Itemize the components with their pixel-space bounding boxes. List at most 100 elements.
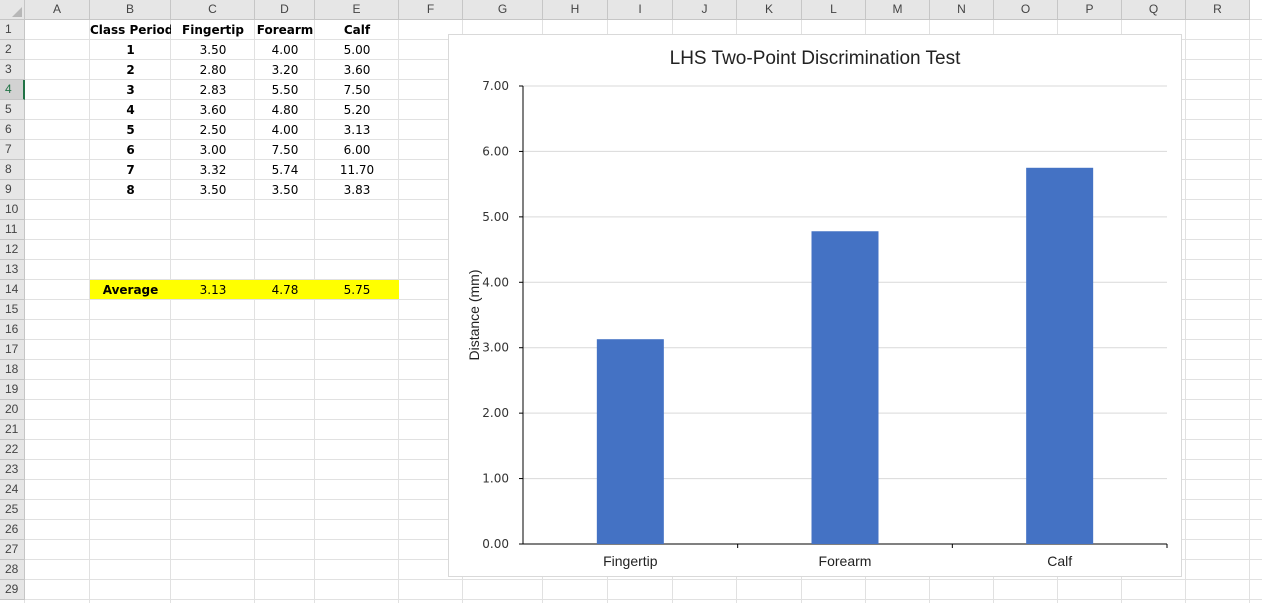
data-cell[interactable]: 3.50 xyxy=(171,40,255,60)
data-cell[interactable]: 2.80 xyxy=(171,60,255,80)
row-header-6[interactable]: 6 xyxy=(0,120,25,140)
average-value[interactable]: 3.13 xyxy=(171,280,255,300)
y-tick-label: 6.00 xyxy=(482,144,509,158)
gridline xyxy=(0,599,1262,600)
data-cell[interactable]: 7.50 xyxy=(315,80,399,100)
y-tick-label: 2.00 xyxy=(482,406,509,420)
row-header-11[interactable]: 11 xyxy=(0,220,25,240)
y-tick-label: 0.00 xyxy=(482,537,509,551)
row-header-13[interactable]: 13 xyxy=(0,260,25,280)
data-cell[interactable]: 5.00 xyxy=(315,40,399,60)
row-header-2[interactable]: 2 xyxy=(0,40,25,60)
y-tick-label: 4.00 xyxy=(482,275,509,289)
row-header-19[interactable]: 19 xyxy=(0,380,25,400)
data-cell[interactable]: 4.00 xyxy=(255,40,315,60)
data-cell[interactable]: 3.60 xyxy=(171,100,255,120)
data-cell[interactable]: 3.50 xyxy=(171,180,255,200)
data-cell[interactable]: 2.50 xyxy=(171,120,255,140)
column-header-q[interactable]: Q xyxy=(1122,0,1186,20)
bar-calf xyxy=(1026,167,1094,545)
data-cell[interactable]: 2.83 xyxy=(171,80,255,100)
row-header-27[interactable]: 27 xyxy=(0,540,25,560)
row-header-21[interactable]: 21 xyxy=(0,420,25,440)
row-header-16[interactable]: 16 xyxy=(0,320,25,340)
class-period-cell[interactable]: 6 xyxy=(90,140,171,160)
row-header-28[interactable]: 28 xyxy=(0,560,25,580)
class-period-cell[interactable]: 2 xyxy=(90,60,171,80)
row-header-20[interactable]: 20 xyxy=(0,400,25,420)
average-value[interactable]: 4.78 xyxy=(255,280,315,300)
column-header-r[interactable]: R xyxy=(1186,0,1250,20)
data-cell[interactable]: 3.83 xyxy=(315,180,399,200)
column-header-d[interactable]: D xyxy=(255,0,315,20)
column-header-b[interactable]: B xyxy=(90,0,171,20)
gridline xyxy=(1185,0,1186,603)
average-label[interactable]: Average xyxy=(90,280,171,300)
column-header-o[interactable]: O xyxy=(994,0,1058,20)
column-header-a[interactable]: A xyxy=(25,0,90,20)
row-header-9[interactable]: 9 xyxy=(0,180,25,200)
row-header-14[interactable]: 14 xyxy=(0,280,25,300)
row-header-22[interactable]: 22 xyxy=(0,440,25,460)
header-cell[interactable]: Fingertip xyxy=(171,20,255,40)
row-header-4[interactable]: 4 xyxy=(0,80,25,100)
class-period-cell[interactable]: 1 xyxy=(90,40,171,60)
row-header-17[interactable]: 17 xyxy=(0,340,25,360)
data-cell[interactable]: 3.00 xyxy=(171,140,255,160)
column-header-p[interactable]: P xyxy=(1058,0,1122,20)
x-tick-label: Fingertip xyxy=(603,553,658,569)
data-cell[interactable]: 7.50 xyxy=(255,140,315,160)
row-header-10[interactable]: 10 xyxy=(0,200,25,220)
column-header-c[interactable]: C xyxy=(171,0,255,20)
data-cell[interactable]: 3.50 xyxy=(255,180,315,200)
row-header-29[interactable]: 29 xyxy=(0,580,25,600)
row-header-26[interactable]: 26 xyxy=(0,520,25,540)
column-header-l[interactable]: L xyxy=(802,0,866,20)
row-header-8[interactable]: 8 xyxy=(0,160,25,180)
header-cell[interactable]: Calf xyxy=(315,20,399,40)
row-header-25[interactable]: 25 xyxy=(0,500,25,520)
header-cell[interactable]: Class Period xyxy=(90,20,171,40)
y-tick-label: 3.00 xyxy=(482,341,509,355)
column-header-e[interactable]: E xyxy=(315,0,399,20)
chart-area[interactable]: LHS Two-Point Discrimination Test 0.00 1.0… xyxy=(448,34,1182,577)
data-cell[interactable]: 3.60 xyxy=(315,60,399,80)
class-period-cell[interactable]: 7 xyxy=(90,160,171,180)
column-header-f[interactable]: F xyxy=(399,0,463,20)
row-header-15[interactable]: 15 xyxy=(0,300,25,320)
x-tick-label: Calf xyxy=(1047,553,1072,569)
class-period-cell[interactable]: 4 xyxy=(90,100,171,120)
column-header-j[interactable]: J xyxy=(673,0,737,20)
data-cell[interactable]: 4.80 xyxy=(255,100,315,120)
row-header-5[interactable]: 5 xyxy=(0,100,25,120)
data-cell[interactable]: 5.20 xyxy=(315,100,399,120)
column-header-k[interactable]: K xyxy=(737,0,802,20)
data-cell[interactable]: 3.32 xyxy=(171,160,255,180)
column-header-m[interactable]: M xyxy=(866,0,930,20)
data-cell[interactable]: 11.70 xyxy=(315,160,399,180)
row-header-3[interactable]: 3 xyxy=(0,60,25,80)
row-header-7[interactable]: 7 xyxy=(0,140,25,160)
column-header-g[interactable]: G xyxy=(463,0,543,20)
data-cell[interactable]: 3.13 xyxy=(315,120,399,140)
column-header-n[interactable]: N xyxy=(930,0,994,20)
data-cell[interactable]: 4.00 xyxy=(255,120,315,140)
class-period-cell[interactable]: 8 xyxy=(90,180,171,200)
data-cell[interactable]: 5.74 xyxy=(255,160,315,180)
class-period-cell[interactable]: 3 xyxy=(90,80,171,100)
row-header-24[interactable]: 24 xyxy=(0,480,25,500)
column-header-h[interactable]: H xyxy=(543,0,608,20)
data-cell[interactable]: 3.20 xyxy=(255,60,315,80)
bar-fingertip xyxy=(596,339,664,544)
data-cell[interactable]: 5.50 xyxy=(255,80,315,100)
data-cell[interactable]: 6.00 xyxy=(315,140,399,160)
row-header-12[interactable]: 12 xyxy=(0,240,25,260)
class-period-cell[interactable]: 5 xyxy=(90,120,171,140)
column-header-i[interactable]: I xyxy=(608,0,673,20)
row-header-18[interactable]: 18 xyxy=(0,360,25,380)
row-header-23[interactable]: 23 xyxy=(0,460,25,480)
select-all-corner[interactable] xyxy=(0,0,25,20)
row-header-1[interactable]: 1 xyxy=(0,20,25,40)
header-cell[interactable]: Forearm xyxy=(255,20,315,40)
average-value[interactable]: 5.75 xyxy=(315,280,399,300)
